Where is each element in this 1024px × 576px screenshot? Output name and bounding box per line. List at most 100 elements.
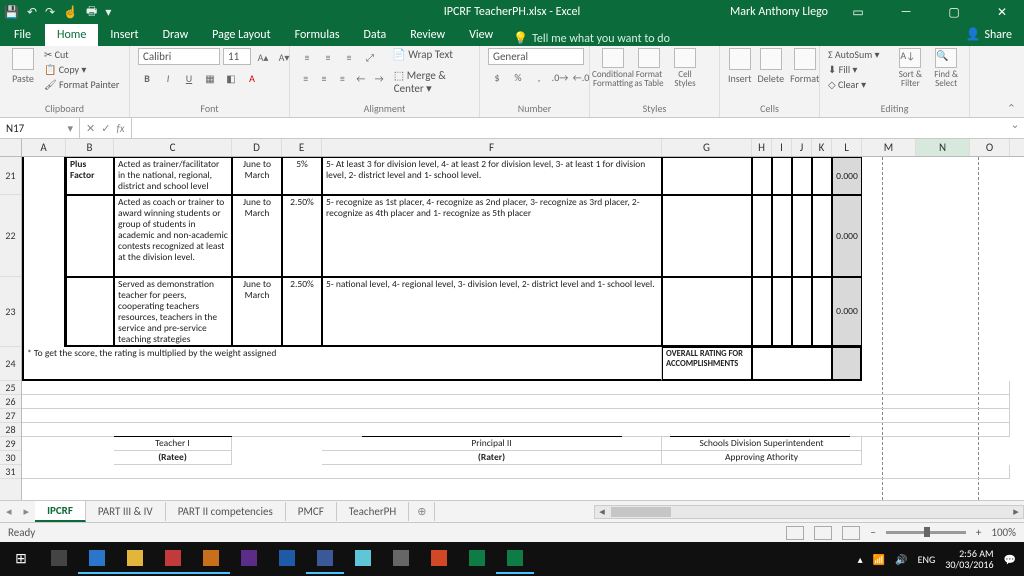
taskbar-app-6[interactable] (268, 544, 306, 574)
add-sheet-button[interactable]: ⊕ (409, 502, 435, 521)
save-icon[interactable]: 💾 (4, 5, 19, 20)
insert-cells-button[interactable]: Insert (728, 48, 752, 88)
action-center-icon[interactable]: 💬 (1004, 553, 1016, 566)
find-select-button[interactable]: 🔍Find & Select (931, 48, 961, 88)
comma-button[interactable]: , (530, 68, 548, 86)
tab-home[interactable]: Home (45, 24, 98, 46)
row-headers[interactable]: 21 22 23 24 25 26 27 28 29 30 31 (0, 157, 22, 500)
indent-inc-button[interactable]: → (371, 69, 386, 87)
spreadsheet-grid[interactable]: A B C D E F G H I J K L M N O 21 22 23 2… (0, 139, 1024, 500)
cancel-formula-button[interactable]: ✕ (86, 122, 95, 135)
maximize-button[interactable]: ▢ (936, 5, 972, 20)
border-button[interactable]: ▦ (201, 69, 219, 87)
align-center-button[interactable]: ≡ (316, 69, 331, 87)
insert-function-button[interactable]: fx (116, 122, 124, 135)
copy-button[interactable]: 📋 Copy ▾ (44, 63, 119, 76)
align-right-button[interactable]: ≡ (335, 69, 350, 87)
tray-overflow-icon[interactable]: ▴ (858, 553, 863, 566)
sheet-tab-teacherph[interactable]: TeacherPH (337, 502, 409, 521)
minimize-button[interactable]: — (888, 5, 924, 19)
sheet-nav-next[interactable]: ▸ (18, 505, 36, 518)
taskbar-app-10[interactable] (420, 544, 458, 574)
align-left-button[interactable]: ≡ (298, 69, 313, 87)
cell-styles-button[interactable]: Cell Styles (670, 48, 700, 88)
scroll-right-icon[interactable]: ▸ (1009, 505, 1023, 518)
dec-decimal-button[interactable]: ←.0 (572, 68, 590, 86)
sheet-tab-part3-4[interactable]: PART III & IV (86, 502, 166, 521)
language-indicator[interactable]: ENG (918, 553, 936, 566)
tab-view[interactable]: View (457, 24, 505, 46)
touch-mode-icon[interactable]: ☝ (63, 5, 78, 20)
taskbar-app-2[interactable] (116, 544, 154, 574)
tab-file[interactable]: File (0, 24, 45, 46)
enter-formula-button[interactable]: ✓ (101, 122, 110, 135)
tab-draw[interactable]: Draw (151, 24, 201, 46)
column-headers[interactable]: A B C D E F G H I J K L M N O (0, 139, 1024, 157)
conditional-formatting-button[interactable]: Conditional Formatting (598, 48, 628, 88)
ribbon-collapse[interactable]: ⌃ (970, 46, 1024, 117)
wifi-icon[interactable]: 📶 (873, 553, 885, 566)
indent-dec-button[interactable]: ← (353, 69, 368, 87)
autosum-button[interactable]: Σ AutoSum ▾ (828, 48, 889, 61)
tell-me[interactable]: 💡 Tell me what you want to do (513, 31, 670, 46)
undo-icon[interactable]: ↶ (27, 5, 37, 20)
font-size-select[interactable]: 11 (223, 48, 251, 65)
clear-button[interactable]: ◇ Clear ▾ (828, 78, 889, 91)
fill-color-button[interactable]: ◧ (222, 69, 240, 87)
formula-bar[interactable] (132, 118, 1006, 138)
quick-print-icon[interactable]: 🖶 (86, 2, 97, 23)
sort-filter-button[interactable]: A↓Sort & Filter (895, 48, 925, 88)
zoom-level[interactable]: 100% (991, 526, 1016, 539)
tab-page-layout[interactable]: Page Layout (200, 24, 282, 46)
sheet-tab-pmcf[interactable]: PMCF (286, 502, 337, 521)
taskbar-app-9[interactable] (382, 544, 420, 574)
cell-area[interactable]: Plus Factor Acted as trainer/facilitator… (22, 157, 1024, 500)
taskbar-app-8[interactable] (344, 544, 382, 574)
tab-review[interactable]: Review (398, 24, 457, 46)
format-cells-button[interactable]: Format (790, 48, 819, 88)
tab-insert[interactable]: Insert (98, 24, 150, 46)
format-painter-button[interactable]: 🖌 Format Painter (44, 78, 119, 91)
wrap-text-button[interactable]: 📄 Wrap Text (392, 48, 453, 66)
expand-formula-bar-button[interactable]: ⌄ (1006, 118, 1024, 138)
orientation-button[interactable]: ⤢ (361, 48, 379, 66)
zoom-out-button[interactable]: − (870, 526, 875, 539)
currency-button[interactable]: $ (488, 68, 506, 86)
percent-button[interactable]: % (509, 68, 527, 86)
scroll-thumb[interactable] (611, 507, 671, 517)
number-format-select[interactable]: General (488, 48, 584, 65)
tab-formulas[interactable]: Formulas (283, 24, 352, 46)
font-name-select[interactable]: Calibri (138, 48, 220, 65)
close-button[interactable]: ✕ (984, 5, 1020, 20)
task-view-button[interactable] (40, 544, 78, 574)
start-button[interactable]: ⊞ (2, 544, 40, 574)
sheet-tab-part2[interactable]: PART II competencies (166, 502, 286, 521)
zoom-slider[interactable] (886, 531, 966, 534)
merge-center-button[interactable]: ⬚ Merge & Center ▾ (394, 69, 471, 95)
horizontal-scrollbar[interactable]: ◂ ▸ (594, 505, 1024, 519)
qat-more-icon[interactable]: ▾ (105, 5, 111, 20)
cut-button[interactable]: ✂ Cut (44, 48, 119, 61)
underline-button[interactable]: U (180, 69, 198, 87)
taskbar-app-5[interactable] (230, 544, 268, 574)
ribbon-options-icon[interactable]: ▭ (840, 5, 876, 20)
grow-font-button[interactable]: A▴ (254, 48, 272, 66)
scroll-left-icon[interactable]: ◂ (595, 505, 609, 518)
taskbar-app-11[interactable] (458, 544, 496, 574)
taskbar-app-1[interactable] (78, 544, 116, 574)
select-all-corner[interactable] (0, 139, 22, 156)
zoom-in-button[interactable]: + (976, 526, 981, 539)
italic-button[interactable]: I (159, 69, 177, 87)
delete-cells-button[interactable]: Delete (758, 48, 785, 88)
clock[interactable]: 2:56 AM 30/03/2016 (945, 548, 993, 570)
name-box[interactable]: N17▾ (0, 118, 80, 138)
format-as-table-button[interactable]: Format as Table (634, 48, 664, 88)
taskbar-app-7[interactable] (306, 544, 344, 574)
volume-icon[interactable]: 🔊 (895, 553, 907, 566)
view-normal-button[interactable] (786, 526, 804, 540)
align-top-button[interactable]: ≡ (298, 48, 316, 66)
sheet-tab-ipcrf[interactable]: IPCRF (35, 501, 86, 522)
bold-button[interactable]: B (138, 69, 156, 87)
taskbar-app-3[interactable] (154, 544, 192, 574)
taskbar-app-4[interactable] (192, 544, 230, 574)
